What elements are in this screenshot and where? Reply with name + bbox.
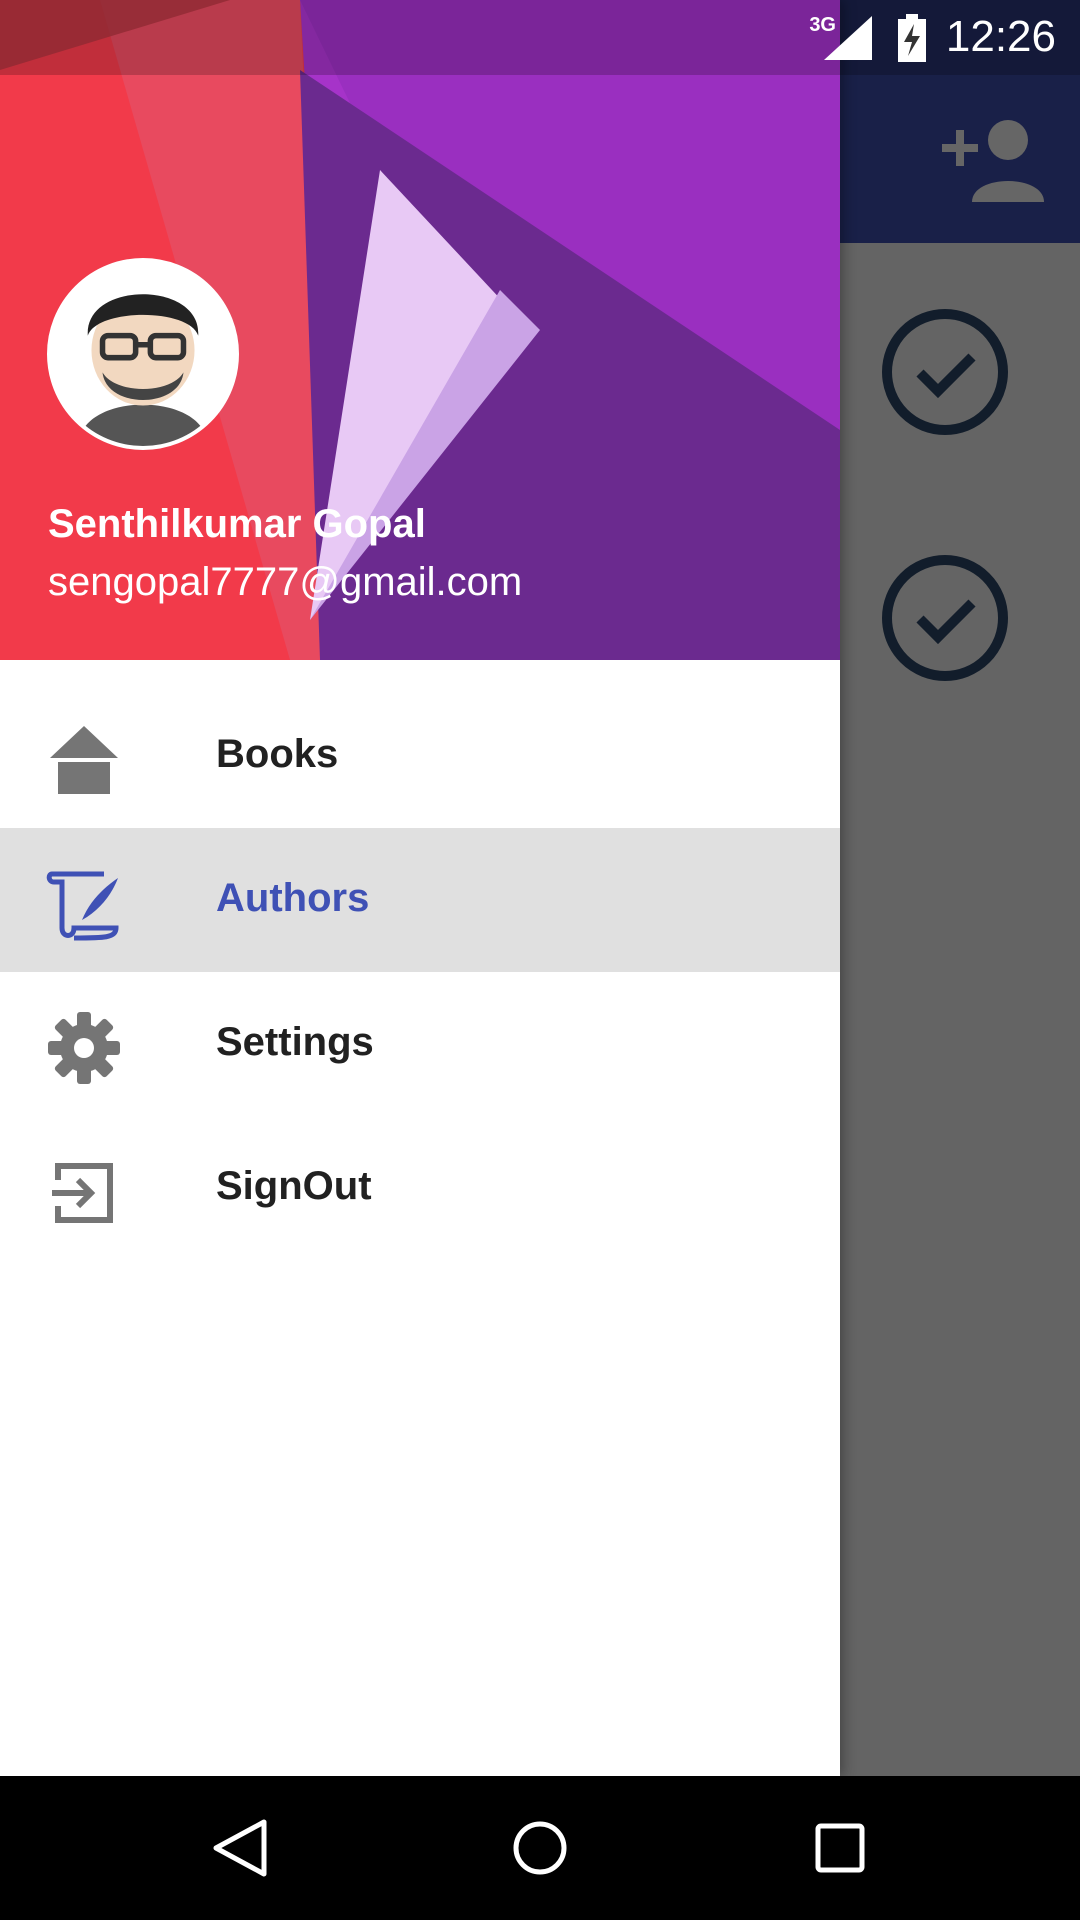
drawer-item-label: Authors [216, 876, 370, 920]
back-icon[interactable] [208, 1816, 272, 1880]
drawer-item-signout[interactable]: SignOut [0, 1116, 840, 1260]
status-time: 12:26 [945, 12, 1056, 61]
drawer-item-label: SignOut [216, 1164, 372, 1208]
home-icon [50, 726, 118, 794]
drawer-item-settings[interactable]: Settings [0, 972, 840, 1116]
drawer-item-authors[interactable]: Authors [0, 828, 840, 972]
user-email: sengopal7777@gmail.com [48, 560, 523, 604]
recents-icon[interactable] [808, 1816, 872, 1880]
battery-charging-icon [898, 14, 926, 62]
user-name: Senthilkumar Gopal [48, 502, 426, 546]
sign-out-icon [52, 1163, 113, 1223]
drawer-header: Senthilkumar Gopal sengopal7777@gmail.co… [0, 0, 840, 660]
drawer-menu: Books Authors Settings SignOut [0, 684, 840, 1260]
avatar[interactable] [47, 258, 239, 450]
home-circle-icon[interactable] [508, 1816, 572, 1880]
drawer-item-books[interactable]: Books [0, 684, 840, 828]
status-bar: 3G 12:26 [0, 0, 1080, 75]
drawer-item-label: Settings [216, 1020, 374, 1064]
system-nav-bar [0, 1776, 1080, 1920]
gear-icon [48, 1012, 120, 1084]
navigation-drawer: Senthilkumar Gopal sengopal7777@gmail.co… [0, 0, 840, 1776]
signal-icon [824, 16, 872, 60]
drawer-item-label: Books [216, 732, 339, 776]
avatar-icon [51, 262, 235, 446]
quill-scroll-icon [46, 871, 119, 941]
